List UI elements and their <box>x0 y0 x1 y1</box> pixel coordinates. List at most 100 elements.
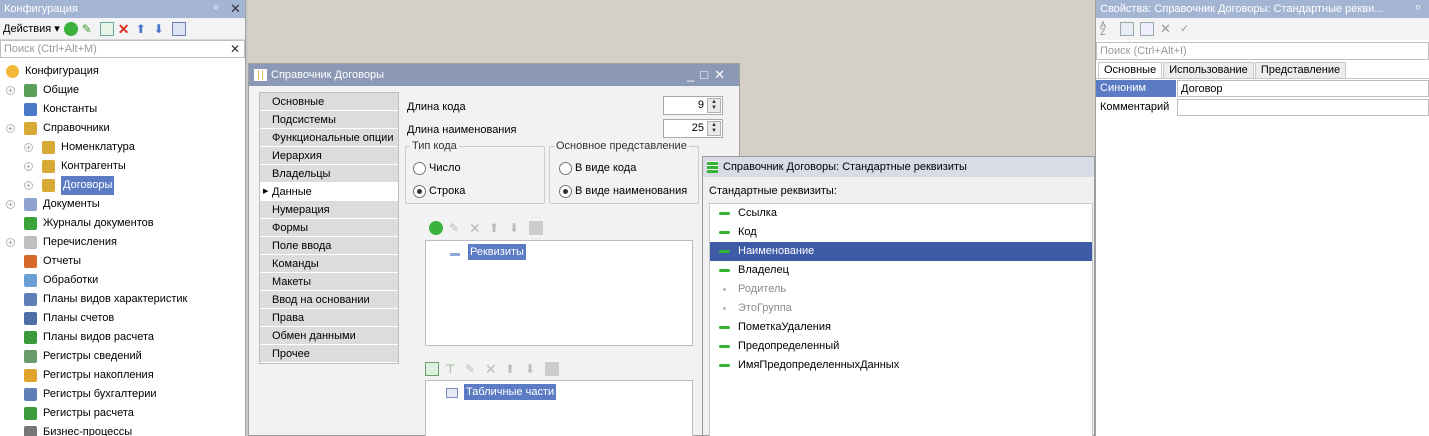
tree-item[interactable]: Обработки <box>0 271 245 290</box>
delete-icon[interactable]: ✕ <box>485 362 499 376</box>
nav-item[interactable]: Ввод на основании <box>260 291 398 309</box>
add-table-icon[interactable] <box>425 362 439 376</box>
move-down-icon[interactable]: ⬇ <box>154 22 168 36</box>
clear-search-icon[interactable]: ✕ <box>230 41 240 57</box>
tree-item[interactable]: Регистры бухгалтерии <box>0 385 245 404</box>
nav-item[interactable]: Макеты <box>260 273 398 291</box>
spinner-arrows-icon[interactable]: ▲ ▼ <box>707 98 721 113</box>
sort-az-icon[interactable]: AZ <box>1100 21 1114 37</box>
maximize-icon[interactable]: □ <box>700 67 714 82</box>
tree-item-selected[interactable]: + Договоры <box>0 176 245 195</box>
property-value-input[interactable]: Договор <box>1177 80 1429 97</box>
move-down-icon[interactable]: ⬇ <box>509 221 523 235</box>
nav-item[interactable]: Функциональные опции <box>260 129 398 147</box>
delete-icon[interactable]: ✕ <box>469 221 483 235</box>
requisite-item[interactable]: Код <box>710 223 1092 242</box>
tree-item[interactable]: + Номенклатура <box>0 138 245 157</box>
edit-icon[interactable]: ✎ <box>449 221 463 235</box>
name-length-spinner[interactable]: 25 ▲ ▼ <box>663 119 723 138</box>
requisite-item[interactable]: ЭтоГруппа <box>710 299 1092 318</box>
actions-menu[interactable]: Действия ▾ <box>3 22 60 35</box>
tree-item[interactable]: Планы видов характеристик <box>0 290 245 309</box>
close-icon[interactable]: ✕ <box>230 0 241 18</box>
tree-item[interactable]: + Документы <box>0 195 245 214</box>
expand-icon[interactable]: + <box>6 238 15 247</box>
requisite-item[interactable]: ИмяПредопределенныхДанных <box>710 356 1092 375</box>
expand-icon[interactable]: + <box>24 143 33 152</box>
expand-icon[interactable]: + <box>24 181 33 190</box>
properties-search-input[interactable]: Поиск (Ctrl+Alt+I) <box>1096 42 1429 60</box>
categories-icon[interactable] <box>1120 22 1134 36</box>
tree-item[interactable]: + Перечисления <box>0 233 245 252</box>
list-icon[interactable] <box>171 21 186 36</box>
property-value-input[interactable] <box>1177 99 1429 116</box>
requisite-item[interactable]: Владелец <box>710 261 1092 280</box>
repr-name-radio[interactable]: В виде наименования <box>559 183 687 199</box>
nav-item[interactable]: Подсистемы <box>260 111 398 129</box>
requisite-item[interactable]: ПометкаУдаления <box>710 318 1092 337</box>
expand-icon[interactable]: + <box>6 124 15 133</box>
list-icon[interactable] <box>545 362 559 376</box>
pin-icon[interactable]: ᵒ <box>214 0 218 18</box>
tree-item[interactable]: Регистры сведений <box>0 347 245 366</box>
nav-item[interactable]: Поле ввода <box>260 237 398 255</box>
config-search-input[interactable]: Поиск (Ctrl+Alt+M) ✕ <box>0 40 245 58</box>
copy-icon[interactable] <box>99 21 114 36</box>
spinner-arrows-icon[interactable]: ▲ ▼ <box>707 121 721 136</box>
delete-icon[interactable]: ✕ <box>118 22 132 36</box>
nav-item[interactable]: Владельцы <box>260 165 398 183</box>
tree-item[interactable]: Регистры накопления <box>0 366 245 385</box>
nav-item[interactable]: Основные <box>260 93 398 111</box>
expand-icon[interactable]: + <box>24 162 33 171</box>
add-column-icon[interactable]: ⊤ <box>445 362 459 376</box>
tree-item[interactable]: Планы видов расчета <box>0 328 245 347</box>
code-type-string-radio[interactable]: Строка <box>413 183 465 199</box>
filter-icon[interactable] <box>1140 22 1154 36</box>
cancel-icon[interactable]: ✕ <box>1160 22 1174 36</box>
tab-0[interactable]: Основные <box>1098 62 1163 78</box>
nav-item[interactable]: Нумерация <box>260 201 398 219</box>
move-down-icon[interactable]: ⬇ <box>525 362 539 376</box>
requisite-item[interactable]: Родитель <box>710 280 1092 299</box>
tree-item[interactable]: Константы <box>0 100 245 119</box>
tree-item[interactable]: Конфигурация <box>0 62 245 81</box>
minimize-icon[interactable]: _ <box>687 67 700 82</box>
expand-icon[interactable]: + <box>6 200 15 209</box>
nav-item[interactable]: Команды <box>260 255 398 273</box>
tree-item[interactable]: + Справочники <box>0 119 245 138</box>
requisite-item[interactable]: Предопределенный <box>710 337 1092 356</box>
check-icon[interactable]: ✓ <box>1180 22 1194 36</box>
tab-1[interactable]: Использование <box>1163 62 1254 78</box>
tree-item[interactable]: Планы счетов <box>0 309 245 328</box>
tree-item[interactable]: Отчеты <box>0 252 245 271</box>
move-up-icon[interactable]: ⬆ <box>505 362 519 376</box>
add-icon[interactable] <box>429 221 443 235</box>
requisite-item[interactable]: Наименование <box>710 242 1092 261</box>
tree-item[interactable]: Бизнес-процессы <box>0 423 245 436</box>
tabular-sections-tree[interactable]: Табличные части <box>425 380 693 436</box>
tree-item[interactable]: Регистры расчета <box>0 404 245 423</box>
expand-icon[interactable]: + <box>6 86 15 95</box>
tree-item[interactable]: + Контрагенты <box>0 157 245 176</box>
code-length-spinner[interactable]: 9 ▲ ▼ <box>663 96 723 115</box>
attributes-node[interactable]: Реквизиты <box>468 244 526 260</box>
nav-item[interactable]: Формы <box>260 219 398 237</box>
nav-item[interactable]: Иерархия <box>260 147 398 165</box>
pin-icon[interactable]: ᵒ <box>1416 0 1420 18</box>
tab-2[interactable]: Представление <box>1254 62 1347 78</box>
nav-item[interactable]: Данные <box>260 183 398 201</box>
requisite-item[interactable]: Ссылка <box>710 204 1092 223</box>
nav-item[interactable]: Прочее <box>260 345 398 363</box>
nav-item[interactable]: Права <box>260 309 398 327</box>
close-icon[interactable]: ✕ <box>714 67 731 82</box>
repr-code-radio[interactable]: В виде кода <box>559 160 636 176</box>
tree-item[interactable]: Журналы документов <box>0 214 245 233</box>
tabular-sections-node[interactable]: Табличные части <box>464 384 557 400</box>
move-up-icon[interactable]: ⬆ <box>489 221 503 235</box>
list-icon[interactable] <box>529 221 543 235</box>
add-icon[interactable] <box>63 21 78 36</box>
code-type-number-radio[interactable]: Число <box>413 160 461 176</box>
move-up-icon[interactable]: ⬆ <box>136 22 150 36</box>
edit-icon[interactable]: ✎ <box>82 22 96 36</box>
tree-item[interactable]: + Общие <box>0 81 245 100</box>
